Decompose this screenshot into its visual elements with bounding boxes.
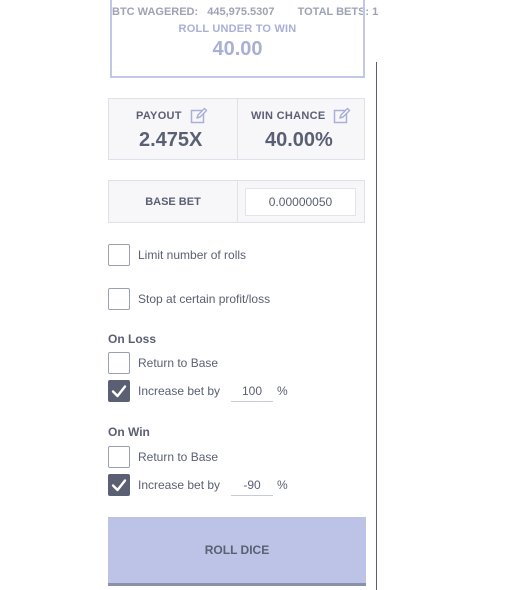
- roll-under-label: ROLL UNDER TO WIN: [178, 23, 297, 35]
- on-win-return-checkbox[interactable]: [108, 446, 130, 468]
- roll-under-value: 40.00: [212, 38, 263, 60]
- on-win-percent: %: [277, 478, 288, 492]
- edit-icon[interactable]: [333, 107, 351, 124]
- on-win-increase-label: Increase bet by: [138, 478, 221, 492]
- on-loss-percent: %: [277, 384, 288, 398]
- check-icon: [111, 479, 127, 492]
- limit-rolls-checkbox[interactable]: [108, 244, 130, 266]
- on-win-increase-input[interactable]: [231, 474, 273, 496]
- edit-icon[interactable]: [190, 107, 208, 124]
- payout-label: PAYOUT: [136, 110, 182, 122]
- on-win-title: On Win: [108, 425, 150, 439]
- base-bet-input[interactable]: [245, 188, 356, 216]
- on-loss-increase-label: Increase bet by: [138, 384, 221, 398]
- on-loss-return-checkbox[interactable]: [108, 352, 130, 374]
- limit-rolls-label: Limit number of rolls: [138, 248, 247, 262]
- on-loss-title: On Loss: [108, 332, 157, 346]
- base-bet-label: BASE BET: [145, 196, 201, 208]
- check-icon: [111, 385, 127, 398]
- win-chance-value: 40.00%: [265, 129, 333, 151]
- roll-dice-button[interactable]: ROLL DICE: [108, 517, 366, 586]
- card-divider: [237, 98, 238, 160]
- on-win-return-label: Return to Base: [138, 450, 219, 464]
- stop-profit-checkbox[interactable]: [108, 288, 130, 310]
- stop-profit-label: Stop at certain profit/loss: [138, 292, 271, 306]
- panel-divider: [376, 62, 377, 590]
- on-win-increase-checkbox[interactable]: [108, 474, 130, 496]
- payout-value: 2.475X: [139, 129, 203, 151]
- on-loss-increase-checkbox[interactable]: [108, 380, 130, 402]
- win-chance-label: WIN CHANCE: [251, 110, 326, 122]
- on-loss-increase-input[interactable]: [231, 380, 273, 402]
- on-loss-return-label: Return to Base: [138, 356, 219, 370]
